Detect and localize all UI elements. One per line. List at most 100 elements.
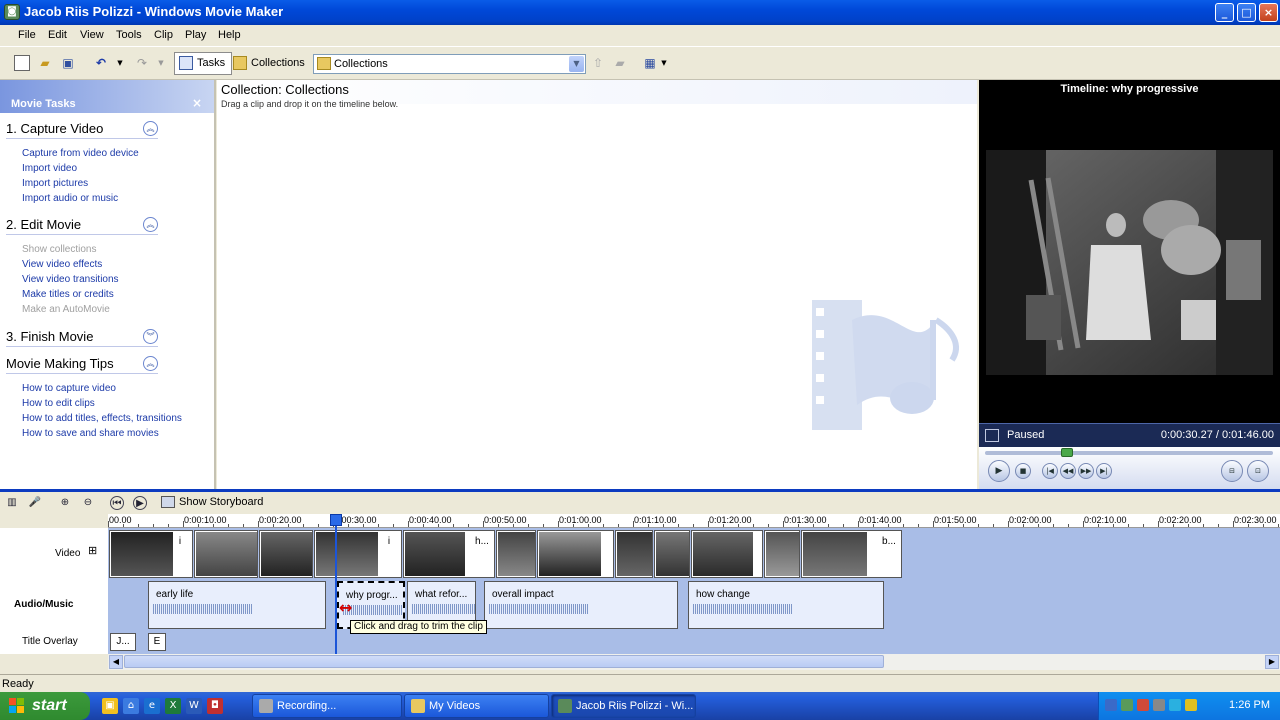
title-overlay-track[interactable]: J... E	[108, 630, 1280, 654]
previous-frame-icon[interactable]: |◀	[1042, 463, 1058, 479]
title-bar[interactable]: ◙ Jacob Riis Polizzi - Windows Movie Mak…	[0, 0, 1280, 25]
task-import-video[interactable]: Import video	[22, 163, 77, 174]
collapse-chevron-icon[interactable]: ︽	[143, 217, 158, 232]
video-clip[interactable]	[259, 530, 313, 578]
stop-icon[interactable]: ■	[1015, 463, 1031, 479]
menu-help[interactable]: Help	[218, 29, 241, 41]
undo-icon[interactable]: ↶	[93, 55, 109, 71]
menu-file[interactable]: File	[18, 29, 36, 41]
timeline-ruler[interactable]: 00.00 0:00:10.00 0:00:20.00 0:00:30.00 0:00:…	[108, 514, 1280, 528]
video-clip[interactable]	[691, 530, 763, 578]
video-clip[interactable]: h...	[403, 530, 495, 578]
movie-maker-app-icon[interactable]: ◙	[4, 4, 20, 20]
scroll-right-icon[interactable]: ▶	[1265, 655, 1279, 669]
maximize-button[interactable]: □	[1237, 3, 1256, 22]
quicklaunch-excel-icon[interactable]: X	[165, 698, 181, 714]
tray-app-icon[interactable]	[1121, 699, 1133, 711]
taskbar-task-movie-maker[interactable]: Jacob Riis Polizzi - Wi...	[551, 694, 696, 718]
scrollbar-thumb[interactable]	[124, 655, 884, 668]
collection-select[interactable]: Collections ▼	[313, 54, 586, 74]
play-timeline-icon[interactable]: ▶	[133, 496, 147, 510]
tip-save-share[interactable]: How to save and share movies	[22, 428, 159, 439]
network-icon[interactable]	[1105, 699, 1117, 711]
undo-dropdown-icon[interactable]: ▼	[112, 55, 128, 71]
video-clip[interactable]: i	[109, 530, 193, 578]
rewind-icon[interactable]: ◀◀	[1060, 463, 1076, 479]
chevron-down-icon[interactable]: ▼	[569, 56, 584, 72]
take-picture-icon[interactable]: ⊡	[1247, 460, 1269, 482]
set-audio-levels-icon[interactable]: ▥	[5, 496, 19, 510]
tray-security-icon[interactable]	[1137, 699, 1149, 711]
expand-track-icon[interactable]: ⊞	[88, 544, 97, 557]
menu-view[interactable]: View	[80, 29, 104, 41]
task-view-video-effects[interactable]: View video effects	[22, 259, 102, 270]
collections-toggle-button[interactable]: Collections	[228, 52, 312, 75]
redo-icon[interactable]: ↷	[134, 55, 150, 71]
title-clip[interactable]: E	[148, 633, 166, 651]
task-import-audio[interactable]: Import audio or music	[22, 193, 118, 204]
section-edit-movie-title[interactable]: 2. Edit Movie	[6, 217, 158, 235]
collapse-chevron-icon[interactable]: ︽	[143, 356, 158, 371]
quicklaunch-ie-icon[interactable]: e	[144, 698, 160, 714]
tip-edit-clips[interactable]: How to edit clips	[22, 398, 95, 409]
redo-dropdown-icon[interactable]: ▼	[153, 55, 169, 71]
task-view-video-transitions[interactable]: View video transitions	[22, 274, 119, 285]
tip-add-titles[interactable]: How to add titles, effects, transitions	[22, 413, 182, 424]
seek-bar[interactable]	[985, 448, 1273, 457]
save-project-icon[interactable]: ▣	[60, 55, 76, 71]
zoom-out-icon[interactable]: ⊖	[81, 496, 95, 510]
video-clip[interactable]: b...	[801, 530, 902, 578]
timeline-horizontal-scrollbar[interactable]: ◀ ▶	[108, 654, 1280, 670]
taskbar-task-recording[interactable]: Recording...	[252, 694, 402, 718]
collection-content-pane[interactable]: Collection: Collections Drag a clip and …	[217, 80, 977, 489]
quicklaunch-app-icon[interactable]: ◘	[207, 698, 223, 714]
zoom-in-icon[interactable]: ⊕	[58, 496, 72, 510]
video-clip[interactable]	[615, 530, 653, 578]
taskbar-task-my-videos[interactable]: My Videos	[404, 694, 549, 718]
seek-thumb[interactable]	[1061, 448, 1074, 457]
narrate-timeline-icon[interactable]: 🎤	[28, 496, 42, 510]
title-clip[interactable]: J...	[110, 633, 136, 651]
rewind-timeline-icon[interactable]: ⏮	[110, 496, 124, 510]
video-clip[interactable]	[496, 530, 536, 578]
quicklaunch-folder-icon[interactable]: ▣	[102, 698, 118, 714]
audio-clip[interactable]: early life	[148, 581, 326, 629]
menu-edit[interactable]: Edit	[48, 29, 67, 41]
video-clip[interactable]	[194, 530, 258, 578]
system-clock[interactable]: 1:26 PM	[1229, 699, 1270, 711]
video-clip[interactable]	[764, 530, 800, 578]
play-icon[interactable]: ▶	[988, 460, 1010, 482]
section-tips-title[interactable]: Movie Making Tips	[6, 356, 158, 374]
fast-forward-icon[interactable]: ▶▶	[1078, 463, 1094, 479]
show-storyboard-button[interactable]: Show Storyboard	[161, 496, 263, 508]
open-project-icon[interactable]: ▰	[37, 55, 53, 71]
playhead-handle[interactable]	[330, 514, 342, 526]
video-clip[interactable]	[654, 530, 690, 578]
tray-bluetooth-icon[interactable]	[1169, 699, 1181, 711]
task-capture-from-device[interactable]: Capture from video device	[22, 148, 139, 159]
tip-capture-video[interactable]: How to capture video	[22, 383, 116, 394]
audio-clip[interactable]: how change	[688, 581, 884, 629]
minimize-button[interactable]: _	[1215, 3, 1234, 22]
new-project-icon[interactable]	[14, 55, 30, 71]
close-button[interactable]: ×	[1259, 3, 1278, 22]
quicklaunch-home-icon[interactable]: ⌂	[123, 698, 139, 714]
views-dropdown-icon[interactable]: ▼	[656, 55, 672, 71]
video-clip[interactable]: i	[314, 530, 402, 578]
audio-clip[interactable]: overall impact	[484, 581, 678, 629]
video-track[interactable]: i i h... b...	[108, 528, 1280, 579]
up-one-level-icon[interactable]: ⇧	[590, 55, 606, 71]
start-button[interactable]: start	[0, 692, 90, 720]
collapse-chevron-icon[interactable]: ︽	[143, 121, 158, 136]
tray-shield-icon[interactable]	[1185, 699, 1197, 711]
section-finish-movie-title[interactable]: 3. Finish Movie	[6, 329, 158, 347]
volume-icon[interactable]	[1153, 699, 1165, 711]
expand-chevron-icon[interactable]: ︾	[143, 329, 158, 344]
scroll-left-icon[interactable]: ◀	[109, 655, 123, 669]
task-make-titles[interactable]: Make titles or credits	[22, 289, 114, 300]
menu-play[interactable]: Play	[185, 29, 206, 41]
next-frame-icon[interactable]: ▶|	[1096, 463, 1112, 479]
tasks-toggle-button[interactable]: Tasks	[174, 52, 233, 75]
audio-music-track[interactable]: early life why progr... what refor... ov…	[108, 579, 1280, 630]
close-pane-icon[interactable]: ×	[192, 96, 202, 110]
